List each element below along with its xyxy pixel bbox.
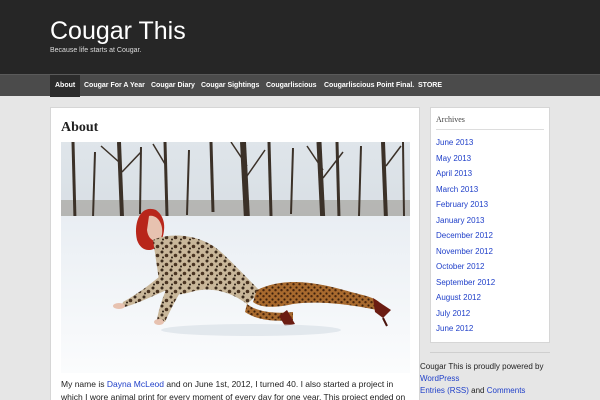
nav-item-cougar-sightings[interactable]: Cougar Sightings [196,75,264,97]
archive-link-january-2013[interactable]: January 2013 [436,214,495,230]
nav-item-store[interactable]: STORE [413,75,447,97]
archive-link-august-2012[interactable]: August 2012 [436,291,495,307]
about-paragraph: My name is Dayna McLeod and on June 1st,… [61,378,413,400]
comments-rss-link[interactable]: Comments [487,386,526,395]
page-title: About [61,120,99,135]
snow-forest-photo [61,142,410,373]
main-navigation: About Cougar For A Year Cougar Diary Cou… [0,74,600,97]
archive-link-september-2012[interactable]: September 2012 [436,276,495,292]
archive-link-june-2012[interactable]: June 2012 [436,322,495,338]
archive-link-may-2013[interactable]: May 2013 [436,152,495,168]
archive-list: June 2013 May 2013 April 2013 March 2013… [436,136,495,338]
and-text: and [471,386,485,395]
powered-by-text: Cougar This is proudly powered by WordPr… [420,361,590,397]
site-tagline: Because life starts at Cougar. [50,47,142,54]
about-text-intro: My name is [61,379,107,389]
nav-item-cougar-diary[interactable]: Cougar Diary [146,75,200,97]
widget-divider [436,129,544,130]
archive-link-october-2012[interactable]: October 2012 [436,260,495,276]
archive-link-november-2012[interactable]: November 2012 [436,245,495,261]
featured-photo [61,142,410,373]
archive-link-june-2013[interactable]: June 2013 [436,136,495,152]
nav-item-about[interactable]: About [50,75,81,97]
archive-link-april-2013[interactable]: April 2013 [436,167,495,183]
archive-link-december-2012[interactable]: December 2012 [436,229,495,245]
wordpress-link[interactable]: WordPress [420,374,459,383]
nav-item-cougar-for-a-year[interactable]: Cougar For A Year [79,75,150,97]
archive-link-july-2012[interactable]: July 2012 [436,307,495,323]
nav-item-cougarliscious-point-final[interactable]: Cougarliscious Point Final. [319,75,419,97]
site-title[interactable]: Cougar This [50,16,186,46]
archive-link-march-2013[interactable]: March 2013 [436,183,495,199]
nav-item-cougarliscious[interactable]: Cougarliscious [261,75,322,97]
entries-rss-link[interactable]: Entries (RSS) [420,386,469,395]
archive-link-february-2013[interactable]: February 2013 [436,198,495,214]
powered-by-line: Cougar This is proudly powered by [420,362,544,371]
site-header: Cougar This Because life starts at Couga… [0,0,600,74]
author-link[interactable]: Dayna McLeod [107,379,164,389]
main-content: About My name is Dayna McLeod and on Jun… [50,107,420,400]
archives-widget-title: Archives [436,115,465,124]
archives-widget: Archives June 2013 May 2013 April 2013 M… [430,107,550,343]
